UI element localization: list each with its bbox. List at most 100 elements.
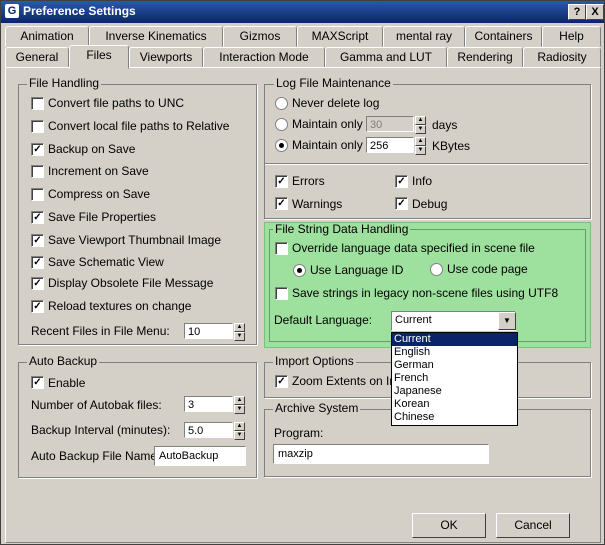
auto-backup-title: Auto Backup [27, 354, 100, 368]
app-icon: G [5, 4, 19, 18]
convert-relative-label: Convert local file paths to Relative [48, 119, 230, 133]
tab-interaction-mode[interactable]: Interaction Mode [203, 47, 325, 68]
info-label: Info [412, 174, 433, 188]
maintain-days-label: Maintain only [292, 117, 363, 131]
dropdown-option-current[interactable]: Current [392, 333, 517, 346]
use-language-id-radio[interactable] [293, 264, 306, 277]
num-files-spinner[interactable]: ▲ ▼ [234, 396, 245, 414]
save-schematic-checkbox[interactable]: ✓ [31, 256, 44, 269]
backup-on-save-checkbox[interactable]: ✓ [31, 143, 44, 156]
dropdown-option-german[interactable]: German [392, 359, 517, 372]
recent-files-label: Recent Files in File Menu: [31, 324, 170, 338]
tab-viewports[interactable]: Viewports [129, 47, 203, 68]
num-files-field[interactable]: 3 [184, 396, 233, 412]
obsolete-message-checkbox[interactable]: ✓ [31, 277, 44, 290]
legacy-utf8-checkbox[interactable] [275, 287, 288, 300]
backup-interval-label: Backup Interval (minutes): [31, 423, 171, 437]
kb-field[interactable]: 256 [366, 137, 414, 153]
increment-on-save-checkbox[interactable] [31, 165, 44, 178]
save-thumbnail-checkbox[interactable]: ✓ [31, 234, 44, 247]
tab-animation[interactable]: Animation [5, 26, 89, 47]
backup-filename-label: Auto Backup File Name: [31, 449, 161, 463]
file-handling-title: File Handling [27, 76, 102, 90]
archive-system-title: Archive System [273, 401, 361, 415]
convert-relative-checkbox[interactable] [31, 120, 44, 133]
recent-files-field[interactable]: 10 [184, 323, 233, 339]
use-code-page-label: Use code page [447, 262, 528, 276]
dropdown-option-french[interactable]: French [392, 372, 517, 385]
days-spinner[interactable]: ▲ ▼ [415, 116, 426, 134]
program-label: Program: [274, 426, 324, 440]
backup-filename-field[interactable]: AutoBackup [154, 446, 246, 466]
backup-interval-spinner[interactable]: ▲ ▼ [234, 422, 245, 440]
errors-checkbox[interactable]: ✓ [275, 175, 288, 188]
increment-on-save-label: Increment on Save [48, 164, 149, 178]
tab-maxscript[interactable]: MAXScript [297, 26, 383, 47]
reload-textures-label: Reload textures on change [48, 299, 192, 313]
cancel-button[interactable]: Cancel [496, 513, 570, 538]
recent-files-spinner[interactable]: ▲ ▼ [234, 323, 245, 341]
ok-button[interactable]: OK [412, 513, 486, 538]
tab-inverse-kinematics[interactable]: Inverse Kinematics [89, 26, 223, 47]
dropdown-option-english[interactable]: English [392, 346, 517, 359]
help-button[interactable]: ? [568, 4, 586, 20]
tab-files[interactable]: Files [69, 45, 129, 69]
backup-interval-field[interactable]: 5.0 [184, 422, 233, 438]
warnings-label: Warnings [292, 197, 343, 211]
days-field[interactable]: 30 [366, 116, 414, 132]
info-checkbox[interactable]: ✓ [395, 175, 408, 188]
kb-spinner[interactable]: ▲ ▼ [415, 137, 426, 155]
tab-gamma-and-lut[interactable]: Gamma and LUT [325, 47, 447, 68]
tab-help[interactable]: Help [542, 26, 601, 47]
close-button[interactable]: X [586, 4, 604, 20]
never-delete-radio[interactable] [275, 97, 288, 110]
convert-unc-label: Convert file paths to UNC [48, 96, 185, 110]
enable-backup-checkbox[interactable]: ✓ [31, 376, 44, 389]
warnings-checkbox[interactable]: ✓ [275, 197, 288, 210]
dropdown-option-korean[interactable]: Korean [392, 398, 517, 411]
override-language-label: Override language data specified in scen… [292, 241, 535, 255]
reload-textures-checkbox[interactable]: ✓ [31, 300, 44, 313]
maintain-kb-label: Maintain only [292, 138, 363, 152]
maintain-days-radio[interactable] [275, 118, 288, 131]
debug-label: Debug [412, 197, 448, 211]
dropdown-option-chinese[interactable]: Chinese [392, 411, 517, 424]
use-language-id-label: Use Language ID [310, 263, 404, 277]
title-bar: G Preference Settings ? X [1, 1, 604, 23]
log-file-title: Log File Maintenance [274, 76, 393, 90]
debug-checkbox[interactable]: ✓ [395, 197, 408, 210]
save-schematic-label: Save Schematic View [48, 255, 164, 269]
file-string-title: File String Data Handling [273, 222, 411, 236]
tab-containers[interactable]: Containers [465, 26, 542, 47]
compress-on-save-checkbox[interactable] [31, 188, 44, 201]
dropdown-option-japanese[interactable]: Japanese [392, 385, 517, 398]
convert-unc-checkbox[interactable] [31, 97, 44, 110]
default-language-label: Default Language: [274, 313, 373, 327]
never-delete-label: Never delete log [292, 96, 380, 110]
program-field[interactable]: maxzip [273, 444, 489, 464]
errors-label: Errors [292, 174, 325, 188]
obsolete-message-label: Display Obsolete File Message [48, 276, 214, 290]
log-separator [265, 163, 588, 165]
compress-on-save-label: Compress on Save [48, 187, 151, 201]
tab-mental-ray[interactable]: mental ray [383, 26, 465, 47]
import-options-title: Import Options [273, 354, 356, 368]
days-unit: days [432, 118, 458, 132]
num-files-label: Number of Autobak files: [31, 398, 162, 412]
save-thumbnail-label: Save Viewport Thumbnail Image [48, 233, 221, 247]
use-code-page-radio[interactable] [430, 263, 443, 276]
save-file-properties-checkbox[interactable]: ✓ [31, 211, 44, 224]
language-dropdown-list: Current English German French Japanese K… [391, 332, 518, 426]
kb-unit: KBytes [432, 139, 471, 153]
override-language-checkbox[interactable] [275, 242, 288, 255]
tab-gizmos[interactable]: Gizmos [223, 26, 297, 47]
backup-on-save-label: Backup on Save [48, 142, 136, 156]
chevron-down-icon[interactable]: ▼ [498, 312, 516, 330]
window-title: Preference Settings [23, 4, 136, 18]
tab-radiosity[interactable]: Radiosity [523, 47, 601, 68]
tab-general[interactable]: General [5, 47, 69, 68]
maintain-kb-radio[interactable] [275, 139, 288, 152]
zoom-extents-checkbox[interactable]: ✓ [275, 375, 288, 388]
tab-rendering[interactable]: Rendering [447, 47, 523, 68]
legacy-utf8-label: Save strings in legacy non-scene files u… [292, 286, 559, 300]
